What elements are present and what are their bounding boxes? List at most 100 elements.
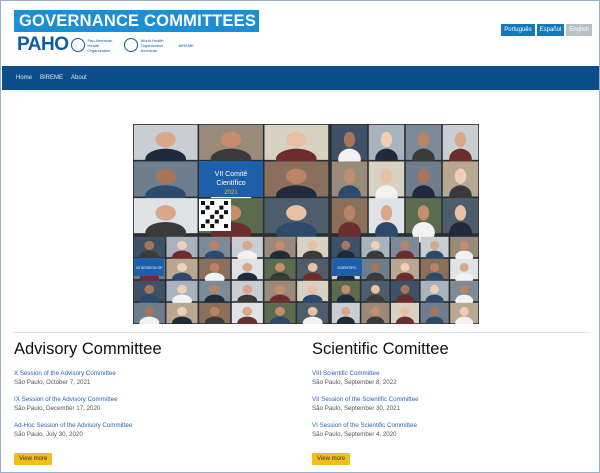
qr-cell [201, 201, 205, 205]
participant-face [275, 284, 285, 294]
participant-face [341, 306, 351, 316]
participant-face [343, 205, 356, 221]
lang-english[interactable]: English [566, 24, 592, 36]
scientific-date-1: São Paulo, September 8, 2022 [312, 379, 397, 386]
advisory-link-2[interactable]: IX Session of the Advisory Committee [14, 395, 284, 404]
participant-face [400, 240, 410, 250]
participant-face [454, 131, 467, 148]
participant-face [286, 205, 307, 221]
participant-face [417, 205, 430, 221]
scientific-link-2[interactable]: VII Session of the Scientific Committee [312, 395, 582, 404]
event-banner-line-2: Científico [216, 180, 245, 187]
participant-face [417, 131, 430, 148]
qr-cell [210, 224, 215, 228]
participant-face [275, 240, 285, 250]
event-banner-line-1: VII Comitê [215, 171, 248, 178]
participant-face [343, 168, 356, 184]
scientific-date-2: São Paulo, September 30, 2021 [312, 405, 401, 412]
participant-face [459, 240, 469, 250]
qr-cell [205, 205, 210, 210]
lang-portuguese[interactable]: Português [501, 24, 535, 36]
session-label-text: SCIENTIFIC [337, 266, 357, 270]
event-banner-line-3: 2021 [224, 190, 238, 196]
participant-face [459, 284, 469, 294]
participant-face [307, 240, 318, 250]
scientific-link-3[interactable]: VI Session of the Scientific Committee [312, 421, 582, 430]
list-item: IX Session of the Advisory Committee São… [14, 395, 284, 413]
participant-face [341, 240, 351, 250]
qr-cell [210, 201, 215, 205]
participant-face [209, 306, 220, 316]
participant-face [430, 306, 440, 316]
advisory-committee-section: Advisory Committee X Session of the Advi… [14, 339, 284, 465]
participant-face [220, 131, 242, 148]
participant-face [155, 168, 176, 184]
qr-cell [210, 214, 215, 219]
qr-cell [214, 210, 219, 215]
participant-face [430, 284, 440, 294]
who-seal-icon [124, 38, 139, 52]
list-item: VI Session of the Scientific Committee S… [312, 421, 582, 439]
participant-face [370, 306, 380, 316]
participant-face [177, 306, 187, 316]
qr-cell [214, 219, 219, 224]
participant-face [307, 284, 318, 294]
language-switcher: Português Español English [501, 24, 592, 36]
list-item: Ad-Hoc Session of the Advisory Committee… [14, 421, 284, 439]
participant-face [144, 240, 155, 250]
scientific-heading: Scientific Comittee [312, 340, 449, 358]
nav-home[interactable]: Home [16, 75, 32, 81]
qr-cell [224, 201, 228, 205]
participant-face [370, 262, 380, 272]
logo-who-text: World Health Organization Americas [140, 37, 164, 53]
advisory-view-more-button[interactable]: View more [14, 453, 53, 465]
participant-face [454, 168, 467, 184]
participant-face [177, 240, 187, 250]
participant-face [459, 262, 469, 272]
participant-face [380, 205, 393, 221]
participant-face [242, 284, 253, 294]
paho-seal-icon [71, 38, 86, 52]
scientific-view-more-button[interactable]: View more [312, 453, 351, 465]
qr-cell [224, 210, 228, 215]
participant-face [454, 205, 467, 221]
participant-face [286, 168, 307, 184]
logo-org-text: Pan American Health Organization [87, 37, 113, 53]
nav-bireme[interactable]: BIREME [40, 75, 63, 81]
participant-face [275, 262, 285, 272]
participant-face [430, 262, 440, 272]
participant-face [307, 306, 318, 316]
advisory-date-2: São Paulo, December 17, 2020 [14, 405, 101, 412]
participant-face [209, 240, 220, 250]
participant-face [177, 262, 187, 272]
advisory-link-1[interactable]: X Session of the Advisory Committee [14, 369, 284, 378]
nav-about[interactable]: About [71, 75, 87, 81]
qr-cell [224, 224, 228, 228]
participant-face [370, 240, 380, 250]
list-item: X Session of the Advisory Committee São … [14, 369, 284, 387]
advisory-link-3[interactable]: Ad-Hoc Session of the Advisory Committee [14, 421, 284, 430]
participant-face [209, 262, 220, 272]
lang-spanish[interactable]: Español [536, 24, 565, 36]
participant-face [343, 131, 356, 148]
scientific-link-1[interactable]: VIII Scientific Committee [312, 369, 582, 378]
paho-logo[interactable]: PAHO Pan American Health Organization Worl… [17, 34, 206, 56]
site-title[interactable]: GOVERNANCE COMMITTEES [14, 10, 259, 32]
participant-face [155, 131, 176, 148]
participant-face [307, 262, 318, 272]
participant-face [417, 168, 430, 184]
participant-face [177, 284, 187, 294]
participant-face [242, 262, 253, 272]
section-divider [13, 332, 589, 333]
list-item: VIII Scientific Committee São Paulo, Sep… [312, 369, 582, 387]
participant-face [400, 306, 410, 316]
qr-cell [201, 210, 205, 215]
participant-face [144, 306, 155, 316]
advisory-heading: Advisory Committee [14, 340, 162, 358]
participant-face [459, 306, 469, 316]
participant-face [144, 284, 155, 294]
participant-face [400, 284, 410, 294]
participant-face [341, 284, 351, 294]
participant-face [275, 306, 285, 316]
participant-face [155, 205, 176, 221]
